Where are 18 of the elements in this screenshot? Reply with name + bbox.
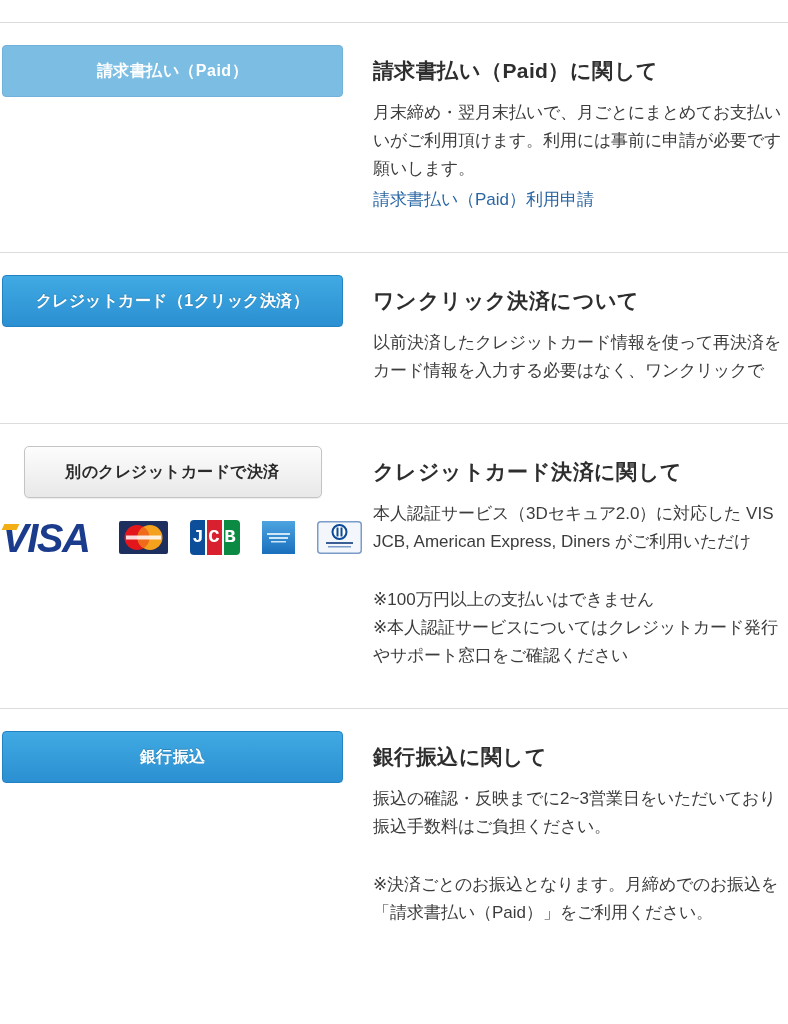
payment-method-button[interactable]: 銀行振込 [2, 731, 343, 783]
description-text: ※100万円以上の支払いはできません ※本人認証サービスについてはクレジットカード発行 やサポート窓口をご確認ください [373, 589, 779, 667]
application-link[interactable]: 請求書払い（Paid）利用申請 [373, 186, 595, 214]
section-heading: 銀行振込に関して [373, 744, 548, 770]
card-logo-icon [317, 521, 363, 554]
description-text: 振込の確認・反映までに2~3営業日をいただいており 振込手数料はご負担ください。 [373, 788, 776, 838]
mastercard-icon [119, 521, 168, 554]
section-heading: クレジットカード決済に関して [373, 459, 683, 485]
section-heading: ワンクリック決済について [373, 288, 640, 314]
description-text: 以前決済したクレジットカード情報を使って再決済を カード情報を入力する必要はなく、ワンクリックで [373, 332, 781, 382]
section-heading: 請求書払い（Paid）に関して [373, 58, 659, 84]
payment-method-button[interactable]: 別のクレジットカードで決済 [23, 446, 322, 498]
description-text: ※決済ごとのお振込となります。月締めでのお振込を 「請求書払い（Paid）」をご利用ください。 [373, 874, 779, 924]
payment-method-button[interactable]: クレジットカード（1クリック決済） [2, 275, 343, 327]
description-text: 月末締め・翌月末払いで、月ごとにまとめてお支払い いがご利用頂けます。利用には事前に申請が必要です 願いします。 [373, 102, 781, 180]
visa-logo: VISA [2, 520, 91, 555]
card-logo-icon [262, 521, 296, 554]
description-text: 本人認証サービス（3Dセキュア2.0）に対応した VIS JCB, American Express, Diners がご利用いただけ [373, 503, 774, 553]
